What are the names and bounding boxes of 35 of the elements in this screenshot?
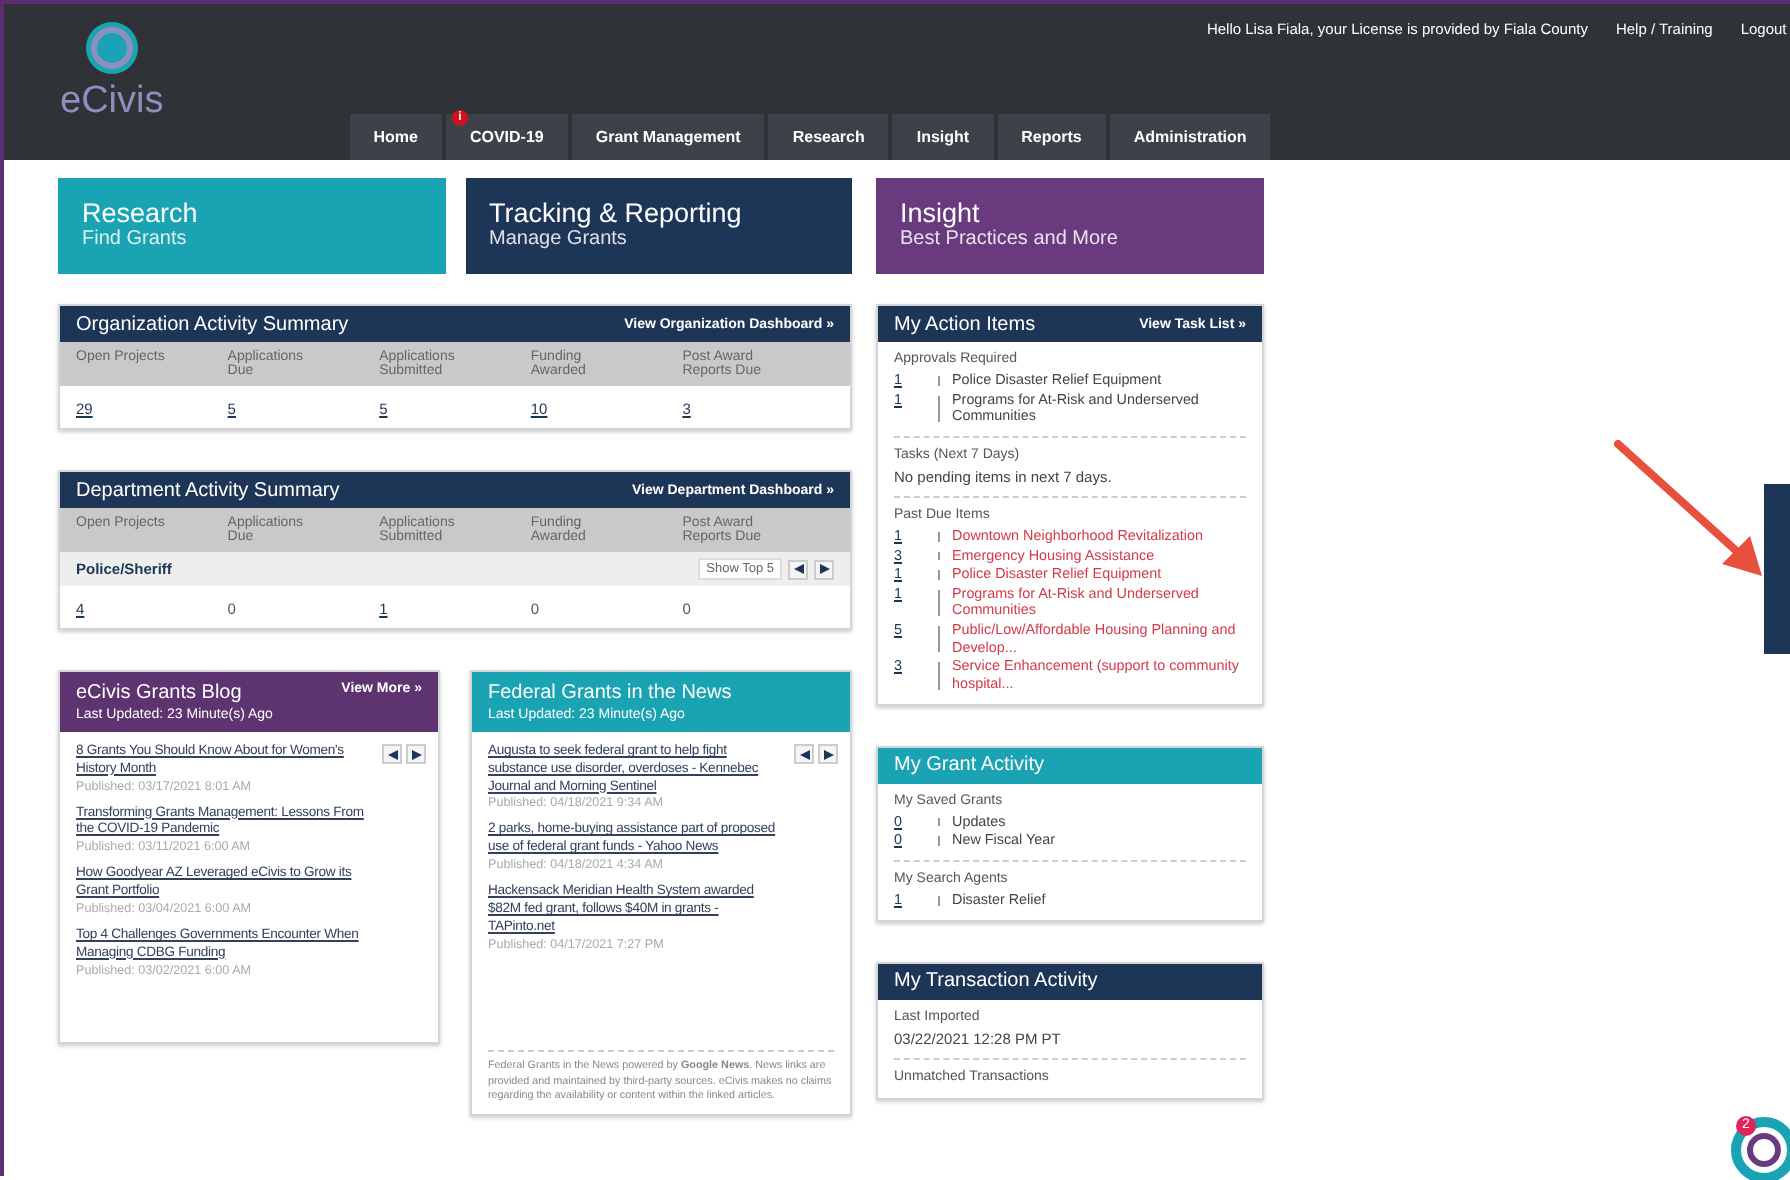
panel-title: Department Activity Summary [76,479,340,501]
nav-tab[interactable]: Home [349,114,442,160]
banner-card[interactable]: Tracking & Reporting Manage Grants [465,178,852,274]
banner-subtitle: Find Grants [82,228,189,250]
nav-tab[interactable]: Administration [1109,114,1271,160]
banner-title: Research [82,198,200,228]
banner-card[interactable]: Insight Best Practices and More [876,178,1264,274]
next-button[interactable] [814,559,834,579]
nav-tab[interactable]: Grant Management [571,114,765,160]
nav-tab[interactable]: Research [768,114,889,160]
nav-tab[interactable]: Insight [892,114,994,160]
previous-button[interactable] [794,744,814,764]
caret-left-icon [799,749,809,759]
next-button[interactable] [818,744,838,764]
panel-title: My Action Items [894,313,1036,335]
banner-title: Insight [900,198,982,228]
caret-left-icon [387,749,397,759]
panel-title: Federal Grants in the News [488,682,732,704]
panel-title: Organization Activity Summary [76,313,349,335]
previous-button[interactable] [382,744,402,764]
banner-title: Tracking & Reporting [489,198,744,228]
next-button[interactable] [406,744,426,764]
banner-subtitle: Manage Grants [489,228,629,250]
caret-right-icon [819,564,829,574]
panel-title: My Transaction Activity [894,970,1098,993]
banner-subtitle: Best Practices and More [900,228,1120,250]
caret-left-icon [793,564,803,574]
caret-right-icon [411,749,421,759]
caret-right-icon [823,749,833,759]
previous-button[interactable] [788,559,808,579]
panel-title: My Grant Activity [894,754,1045,777]
logo-text[interactable]: eCivis [60,80,164,124]
logo-icon [83,20,140,76]
nav-tab[interactable]: Reports [997,114,1106,160]
panel-title: eCivis Grants Blog [76,682,244,704]
